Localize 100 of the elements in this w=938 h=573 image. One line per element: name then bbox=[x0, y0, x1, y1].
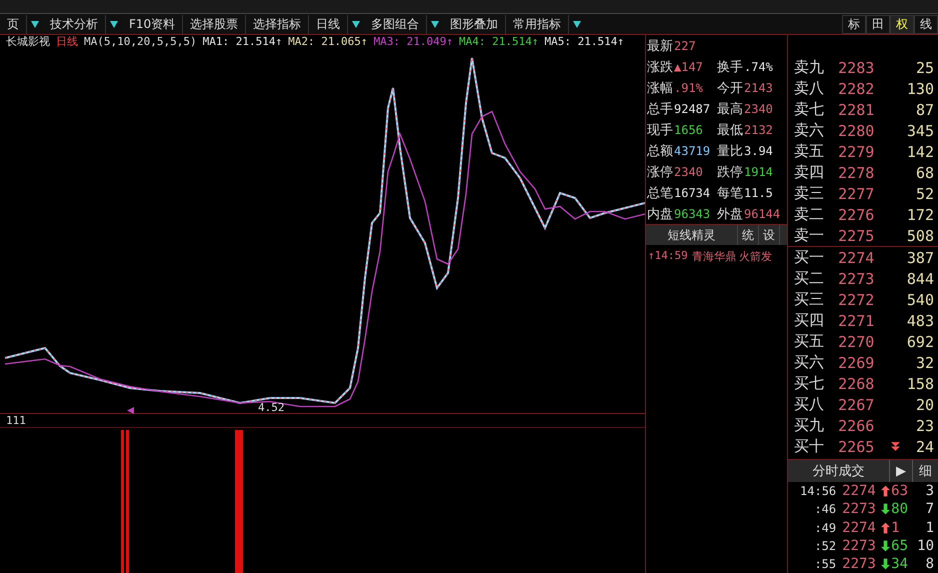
quote-value: 2132 bbox=[744, 122, 774, 136]
quote-label: 涨幅 bbox=[647, 80, 674, 96]
dropdown-icon[interactable] bbox=[109, 19, 119, 29]
order-price: 2276 bbox=[838, 206, 876, 224]
order-price: 2269 bbox=[838, 354, 876, 372]
order-volume: 345 bbox=[906, 122, 934, 140]
order-price: 2274 bbox=[838, 248, 876, 266]
order-level-label: 卖四 bbox=[794, 163, 826, 182]
ma-params: MA(5,10,20,5,5,5) bbox=[84, 35, 197, 48]
quote-label: 最高 bbox=[717, 100, 744, 118]
order-level-label: 卖五 bbox=[794, 142, 826, 161]
order-volume: 130 bbox=[906, 80, 934, 98]
order-volume: 20 bbox=[914, 396, 934, 414]
quote-value: 16734 bbox=[674, 186, 712, 200]
order-volume: 32 bbox=[914, 354, 934, 372]
trade-volume: 63 bbox=[891, 483, 909, 500]
order-level-label: 买三 bbox=[794, 290, 826, 309]
trade-count: 8 bbox=[924, 556, 934, 572]
order-volume: 68 bbox=[914, 164, 934, 182]
quote-label: 今开 bbox=[717, 80, 744, 96]
order-level-label: 卖六 bbox=[794, 121, 826, 140]
quote-value: 2143 bbox=[744, 80, 774, 94]
order-price: 2270 bbox=[838, 332, 876, 350]
ma-value: MA5: 21.514↑ bbox=[544, 35, 624, 48]
news-time: ↑14:59 bbox=[648, 249, 688, 264]
order-level-label: 卖九 bbox=[794, 58, 826, 77]
view-tab[interactable]: 标 bbox=[842, 14, 866, 34]
quote-label: 涨停 bbox=[647, 164, 674, 180]
trade-count: 1 bbox=[924, 520, 934, 536]
order-level-label: 卖八 bbox=[794, 79, 826, 98]
quote-label: 内盘 bbox=[647, 206, 674, 222]
trade-price: 2274 bbox=[842, 483, 877, 500]
order-price: 2279 bbox=[838, 142, 876, 160]
dropdown-icon[interactable] bbox=[572, 19, 582, 29]
dropdown-icon[interactable] bbox=[351, 19, 362, 29]
order-price: 2266 bbox=[838, 416, 876, 434]
trade-volume: 80 bbox=[891, 501, 909, 518]
quote-label: 量比 bbox=[717, 142, 744, 160]
order-price: 2267 bbox=[838, 396, 876, 414]
order-volume: 483 bbox=[906, 312, 934, 330]
order-volume: 87 bbox=[914, 100, 934, 118]
order-volume: 24 bbox=[914, 438, 934, 456]
ma-value: MA3: 21.049↑ bbox=[374, 35, 454, 48]
scroll-down-icon[interactable] bbox=[890, 441, 902, 452]
dropdown-icon[interactable] bbox=[30, 19, 40, 29]
dropdown-icon[interactable] bbox=[430, 19, 440, 29]
trade-volume: 1 bbox=[891, 520, 901, 536]
order-volume: 844 bbox=[906, 270, 934, 288]
trade-time: :49 bbox=[813, 520, 836, 534]
stock-name: 长城影视 bbox=[6, 34, 50, 49]
order-level-label: 卖二 bbox=[794, 205, 826, 224]
order-volume: 540 bbox=[906, 290, 934, 308]
view-tab[interactable]: 线 bbox=[914, 14, 938, 34]
order-price: 2280 bbox=[838, 122, 876, 140]
indicator-label: 111 bbox=[0, 414, 645, 428]
trade-time: 14:56 bbox=[799, 484, 836, 498]
quote-label: 换手 bbox=[717, 58, 744, 76]
order-volume: 158 bbox=[906, 374, 934, 392]
quote-value: 227 bbox=[674, 38, 697, 52]
quote-label: 外盘 bbox=[717, 206, 744, 222]
ma-value: MA1: 21.514↑ bbox=[202, 35, 282, 48]
order-price: 2283 bbox=[838, 58, 876, 76]
trade-price: 2273 bbox=[842, 538, 877, 554]
trade-volume: 34 bbox=[891, 556, 909, 572]
order-level-label: 买八 bbox=[794, 395, 826, 414]
order-volume: 692 bbox=[906, 332, 934, 350]
ma-value: MA4: 21.514↑ bbox=[459, 35, 539, 48]
quote-label: 现手 bbox=[647, 122, 674, 138]
order-price: 2273 bbox=[838, 270, 876, 288]
trade-time: :46 bbox=[813, 502, 836, 516]
quote-value: ▲147 bbox=[674, 60, 704, 74]
quote-value: 2340 bbox=[674, 164, 704, 178]
ma-value: MA2: 21.065↑ bbox=[288, 35, 368, 48]
order-volume: 172 bbox=[906, 206, 934, 224]
order-price: 2265 bbox=[838, 438, 876, 456]
triangle-marker-icon bbox=[127, 407, 134, 414]
trade-price: 2273 bbox=[842, 501, 877, 518]
quote-label: 总手 bbox=[647, 100, 674, 118]
trade-price: 2274 bbox=[842, 520, 877, 536]
quote-value: .91% bbox=[674, 80, 704, 94]
order-volume: 387 bbox=[906, 248, 934, 266]
news-text[interactable]: 青海华鼎 火箭发 bbox=[692, 249, 772, 264]
order-price: 2272 bbox=[838, 290, 876, 308]
order-level-label: 卖一 bbox=[794, 226, 826, 245]
quote-value: 92487 bbox=[674, 102, 712, 116]
quote-label: 每笔 bbox=[717, 184, 744, 202]
quote-label: 最低 bbox=[717, 122, 744, 138]
order-volume: 508 bbox=[906, 226, 934, 244]
order-price: 2268 bbox=[838, 374, 876, 392]
view-tab[interactable]: 田 bbox=[866, 14, 890, 34]
view-tab[interactable]: 权 bbox=[890, 14, 914, 34]
quote-value: 1656 bbox=[674, 122, 704, 136]
quote-value: 96144 bbox=[744, 206, 782, 220]
order-level-label: 买四 bbox=[794, 311, 826, 330]
quote-label: 跌停 bbox=[717, 164, 744, 180]
quote-label: 最新 bbox=[647, 38, 674, 54]
order-price: 2278 bbox=[838, 164, 876, 182]
order-price: 2281 bbox=[838, 100, 876, 118]
order-level-label: 买七 bbox=[794, 374, 826, 393]
trade-count: 3 bbox=[924, 483, 934, 500]
